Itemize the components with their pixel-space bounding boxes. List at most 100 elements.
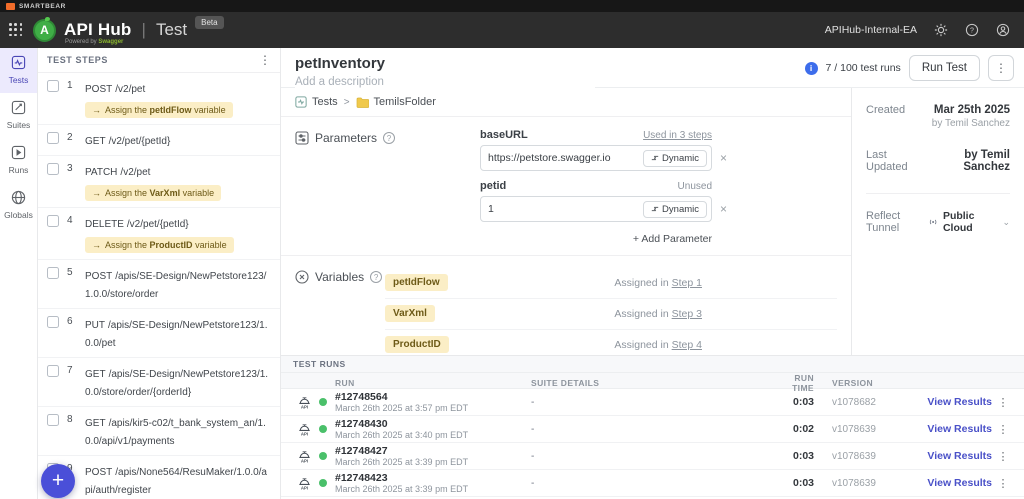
- test-run-row[interactable]: API #12748430 March 26th 2025 at 3:40 pm…: [281, 416, 1024, 443]
- test-step-row[interactable]: 7 GET/apis/SE-Design/NewPetstore123/1.0.…: [38, 358, 280, 407]
- run-menu-icon[interactable]: ⋮: [992, 477, 1014, 490]
- test-run-row[interactable]: API #12748423 March 26th 2025 at 3:39 pm…: [281, 470, 1024, 497]
- run-time: 0:03: [792, 396, 814, 408]
- run-test-button[interactable]: Run Test: [908, 55, 980, 81]
- test-step-row[interactable]: 1 POST/v2/pet → Assign the petIdFlow var…: [38, 73, 280, 125]
- svg-text:API: API: [300, 458, 307, 463]
- step-link[interactable]: Step 4: [672, 339, 702, 351]
- parameter-value-input[interactable]: 1: [488, 203, 643, 215]
- step-checkbox[interactable]: [47, 316, 59, 328]
- step-checkbox[interactable]: [47, 132, 59, 144]
- parameters-help-icon[interactable]: ?: [383, 132, 396, 144]
- breadcrumb-tests[interactable]: Tests: [295, 96, 338, 108]
- api-run-icon: API: [289, 395, 319, 410]
- step-request: GET/v2/pet/{petId}: [85, 136, 171, 147]
- test-step-row[interactable]: 4 DELETE/v2/pet/{petId} → Assign the Pro…: [38, 208, 280, 260]
- step-request: GET/apis/SE-Design/NewPetstore123/1.0.0/…: [85, 369, 269, 398]
- sidebar-item-tests[interactable]: Tests: [0, 48, 37, 93]
- breadcrumb: Tests > TemilsFolder: [281, 88, 851, 117]
- variable-assigned: Assigned in Step 3: [614, 307, 702, 320]
- close-icon[interactable]: ×: [720, 152, 727, 164]
- step-checkbox[interactable]: [47, 267, 59, 279]
- step-checkbox[interactable]: [47, 80, 59, 92]
- run-date: March 26th 2025 at 3:39 pm EDT: [335, 483, 469, 494]
- run-suite-details: -: [531, 396, 535, 408]
- help-icon[interactable]: ?: [964, 23, 979, 38]
- variable-row: VarXml Assigned in Step 3: [385, 299, 837, 330]
- api-run-icon: API: [289, 422, 319, 437]
- view-results-link[interactable]: View Results: [892, 423, 992, 435]
- arrow-icon: →: [92, 240, 101, 250]
- api-run-icon: API: [289, 476, 319, 491]
- run-menu-icon[interactable]: ⋮: [992, 396, 1014, 409]
- run-id: #12748423: [335, 471, 388, 484]
- sidebar-item-suites[interactable]: Suites: [0, 93, 37, 138]
- step-checkbox[interactable]: [47, 163, 59, 175]
- test-step-row[interactable]: 2 GET/v2/pet/{petId}: [38, 125, 280, 156]
- step-link[interactable]: Step 1: [672, 277, 702, 289]
- view-results-link[interactable]: View Results: [892, 477, 992, 489]
- sidebar-item-globals[interactable]: Globals: [0, 183, 37, 228]
- description-input[interactable]: [295, 76, 595, 88]
- powered-by-label: Powered by Swagger: [65, 39, 124, 45]
- gear-icon[interactable]: [933, 23, 948, 38]
- step-request: POST/v2/pet: [85, 84, 146, 95]
- test-run-row[interactable]: API #12748427 March 26th 2025 at 3:39 pm…: [281, 443, 1024, 470]
- test-step-row[interactable]: 6 PUT/apis/SE-Design/NewPetstore123/1.0.…: [38, 309, 280, 358]
- run-menu-icon[interactable]: ⋮: [992, 423, 1014, 436]
- status-dot: [319, 452, 327, 460]
- parameter-name: baseURL: [480, 129, 528, 141]
- updated-by: by Temil Sanchez: [963, 149, 1010, 173]
- test-steps-menu-icon[interactable]: ⋮: [259, 54, 271, 66]
- org-name[interactable]: APIHub-Internal-EA: [825, 24, 917, 36]
- run-time: 0:02: [792, 423, 814, 435]
- step-number: 7: [67, 365, 73, 376]
- test-steps-panel: TEST STEPS ⋮ 1 POST/v2/pet → Assign the …: [38, 48, 281, 499]
- run-menu-icon[interactable]: ⋮: [992, 450, 1014, 463]
- info-icon: i: [804, 61, 818, 75]
- test-step-row[interactable]: 3 PATCH/v2/pet → Assign the VarXml varia…: [38, 156, 280, 208]
- test-run-row[interactable]: API #12748564 March 26th 2025 at 3:57 pm…: [281, 389, 1024, 416]
- run-suite-details: -: [531, 450, 535, 462]
- view-results-link[interactable]: View Results: [892, 450, 992, 462]
- add-parameter-button[interactable]: + Add Parameter: [480, 231, 712, 245]
- status-dot: [319, 398, 327, 406]
- created-by: by Temil Sanchez: [931, 118, 1010, 129]
- step-link[interactable]: Step 3: [672, 308, 702, 320]
- step-checkbox[interactable]: [47, 215, 59, 227]
- test-step-row[interactable]: 8 GET/apis/kir5-c02/t_bank_system_an/1.0…: [38, 407, 280, 456]
- suites-icon: [11, 100, 26, 117]
- step-request: POST/apis/SE-Design/NewPetstore123/1.0.0…: [85, 271, 267, 300]
- user-avatar-icon[interactable]: [995, 23, 1010, 38]
- sidebar-item-runs[interactable]: Runs: [0, 138, 37, 183]
- parameter-usage: Unused: [677, 181, 712, 192]
- test-actions-menu-button[interactable]: ⋮: [988, 55, 1014, 81]
- parameter-value-input[interactable]: https://petstore.swagger.io: [488, 152, 643, 164]
- folder-icon: [356, 97, 369, 108]
- test-runs-list: API #12748564 March 26th 2025 at 3:57 pm…: [281, 389, 1024, 497]
- parameter-name: petid: [480, 180, 507, 192]
- tunnel-selector[interactable]: Public Cloud ⌄: [928, 210, 1010, 234]
- apihub-logo-icon[interactable]: A: [33, 16, 56, 42]
- apps-grid-icon[interactable]: [9, 23, 23, 37]
- step-checkbox[interactable]: [47, 365, 59, 377]
- step-request: DELETE/v2/pet/{petId}: [85, 219, 189, 230]
- dynamic-toggle-button[interactable]: Dynamic: [643, 200, 707, 218]
- close-icon[interactable]: ×: [720, 203, 727, 215]
- add-step-button[interactable]: +: [41, 464, 75, 498]
- step-number: 3: [67, 163, 73, 174]
- step-checkbox[interactable]: [47, 414, 59, 426]
- breadcrumb-folder[interactable]: TemilsFolder: [356, 96, 436, 108]
- view-results-link[interactable]: View Results: [892, 396, 992, 408]
- variables-help-icon[interactable]: ?: [370, 271, 383, 283]
- run-suite-details: -: [531, 477, 535, 489]
- run-id: #12748430: [335, 417, 388, 430]
- test-steps-list: 1 POST/v2/pet → Assign the petIdFlow var…: [38, 73, 280, 499]
- variables-icon: [295, 270, 309, 284]
- kebab-icon: ⋮: [995, 61, 1007, 75]
- test-step-row[interactable]: 5 POST/apis/SE-Design/NewPetstore123/1.0…: [38, 260, 280, 309]
- step-request: PUT/apis/SE-Design/NewPetstore123/1.0.0/…: [85, 320, 268, 349]
- dynamic-toggle-button[interactable]: Dynamic: [643, 149, 707, 167]
- step-number: 5: [67, 267, 73, 278]
- svg-text:API: API: [300, 431, 307, 436]
